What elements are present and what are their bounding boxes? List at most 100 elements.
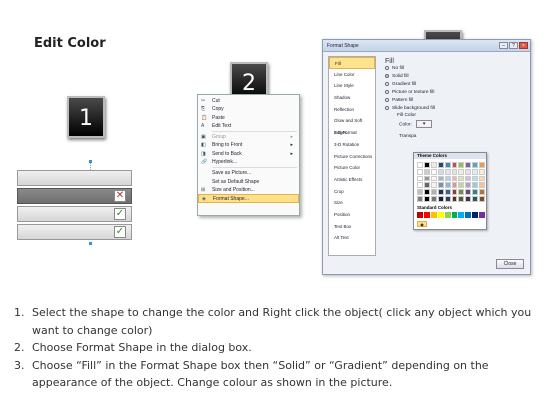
color-swatch[interactable] — [430, 162, 437, 168]
radio-button[interactable] — [385, 65, 389, 70]
color-swatch[interactable] — [472, 189, 479, 196]
color-swatch[interactable] — [458, 196, 465, 202]
color-swatch[interactable] — [417, 168, 423, 175]
radio-button[interactable] — [385, 73, 389, 78]
menu-item-group[interactable]: ▣ Group ▸ — [198, 133, 299, 141]
color-swatch[interactable] — [479, 189, 485, 196]
menu-item-format-shape[interactable]: ◈ Format Shape... — [198, 194, 299, 203]
menu-item-set-default-shape[interactable]: Set as Default Shape — [198, 178, 299, 186]
radio-picture-fill[interactable]: Picture or texture fill — [385, 89, 528, 97]
close-icon[interactable]: × — [519, 42, 528, 49]
color-swatch[interactable] — [417, 162, 423, 168]
category-line-style[interactable]: Line Style — [329, 80, 375, 92]
color-swatch[interactable] — [444, 189, 451, 196]
category-3d-format[interactable]: 3-D Format — [329, 127, 375, 139]
color-swatch[interactable] — [444, 196, 451, 202]
color-swatch[interactable] — [444, 212, 451, 218]
color-swatch[interactable] — [437, 189, 444, 196]
close-button[interactable]: Close — [496, 259, 524, 269]
help-button[interactable]: ? — [509, 42, 518, 49]
color-swatch[interactable] — [451, 182, 458, 189]
color-swatch[interactable] — [430, 212, 437, 218]
color-swatch[interactable] — [479, 168, 485, 175]
color-swatch[interactable] — [437, 212, 444, 218]
color-swatch[interactable] — [472, 168, 479, 175]
color-swatch[interactable] — [451, 162, 458, 168]
category-glow[interactable]: Glow and Soft Edges — [329, 115, 375, 135]
fill-color-dropdown[interactable]: ▾ — [416, 120, 433, 128]
color-swatch[interactable] — [472, 162, 479, 168]
color-swatch[interactable] — [423, 182, 430, 189]
color-swatch[interactable] — [465, 162, 472, 168]
color-swatch[interactable] — [451, 168, 458, 175]
menu-item-hyperlink[interactable]: 🔗 Hyperlink... — [198, 158, 299, 166]
category-alt-text[interactable]: Alt Text — [329, 232, 375, 244]
minimize-button[interactable]: – — [499, 42, 508, 49]
menu-item-edit-text[interactable]: A Edit Text — [198, 122, 299, 130]
color-swatch[interactable] — [417, 196, 423, 202]
color-swatch[interactable] — [417, 212, 423, 218]
color-swatch[interactable] — [417, 189, 423, 196]
radio-button[interactable] — [385, 89, 389, 94]
color-swatch[interactable] — [472, 212, 479, 218]
color-swatch[interactable] — [472, 182, 479, 189]
color-swatch[interactable] — [437, 168, 444, 175]
category-artistic-effects[interactable]: Artistic Effects — [329, 174, 375, 186]
color-swatch[interactable] — [437, 196, 444, 202]
color-swatch[interactable] — [423, 162, 430, 168]
category-position[interactable]: Position — [329, 209, 375, 221]
category-size[interactable]: Size — [329, 197, 375, 209]
color-swatch[interactable] — [423, 189, 430, 196]
category-crop[interactable]: Crop — [329, 186, 375, 198]
resize-handle[interactable] — [89, 242, 92, 245]
color-swatch[interactable] — [458, 189, 465, 196]
color-swatch[interactable] — [451, 189, 458, 196]
color-swatch[interactable] — [451, 175, 458, 182]
color-swatch[interactable] — [444, 175, 451, 182]
shape-row[interactable]: ✓ — [17, 206, 132, 222]
menu-item-size-and-position[interactable]: ⊞ Size and Position... — [198, 186, 299, 194]
radio-no-fill[interactable]: No fill — [385, 65, 528, 73]
radio-gradient-fill[interactable]: Gradient fill — [385, 81, 528, 89]
color-swatch[interactable] — [465, 168, 472, 175]
category-text-box[interactable]: Text Box — [329, 221, 375, 233]
color-swatch[interactable] — [465, 196, 472, 202]
color-swatch[interactable] — [423, 212, 430, 218]
radio-slide-background-fill[interactable]: Slide background fill — [385, 105, 528, 113]
color-swatch[interactable] — [423, 196, 430, 202]
color-swatch[interactable] — [430, 196, 437, 202]
color-swatch[interactable] — [465, 212, 472, 218]
color-swatch[interactable] — [479, 196, 485, 202]
color-swatch[interactable] — [444, 182, 451, 189]
category-picture-color[interactable]: Picture Color — [329, 162, 375, 174]
selected-shape-row[interactable]: ✕ — [17, 188, 132, 204]
menu-item-cut[interactable]: ✂ Cut — [198, 97, 299, 105]
shape-row[interactable]: ✓ — [17, 224, 132, 240]
color-swatch[interactable] — [479, 162, 485, 168]
category-reflection[interactable]: Reflection — [329, 104, 375, 116]
color-swatch[interactable] — [451, 196, 458, 202]
color-swatch[interactable] — [423, 175, 430, 182]
category-line-color[interactable]: Line Color — [329, 69, 375, 81]
color-swatch[interactable] — [458, 175, 465, 182]
color-swatch[interactable] — [458, 182, 465, 189]
color-swatch[interactable] — [430, 189, 437, 196]
menu-item-paste[interactable]: 📋 Paste — [198, 114, 299, 122]
radio-pattern-fill[interactable]: Pattern fill — [385, 97, 528, 105]
color-swatch[interactable] — [444, 168, 451, 175]
menu-item-send-to-back[interactable]: ◨ Send to Back ▸ — [198, 150, 299, 158]
category-shadow[interactable]: Shadow — [329, 92, 375, 104]
more-colors-icon[interactable]: ◉ — [417, 221, 427, 227]
color-swatch[interactable] — [465, 182, 472, 189]
radio-solid-fill[interactable]: Solid fill — [385, 73, 528, 81]
color-swatch[interactable] — [417, 175, 423, 182]
color-swatch[interactable] — [465, 189, 472, 196]
rotate-handle[interactable] — [89, 160, 92, 163]
color-swatch[interactable] — [479, 212, 485, 218]
category-picture-corrections[interactable]: Picture Corrections — [329, 151, 375, 163]
color-swatch[interactable] — [444, 162, 451, 168]
color-swatch[interactable] — [430, 182, 437, 189]
color-swatch[interactable] — [458, 168, 465, 175]
color-swatch[interactable] — [437, 182, 444, 189]
color-swatch[interactable] — [423, 168, 430, 175]
